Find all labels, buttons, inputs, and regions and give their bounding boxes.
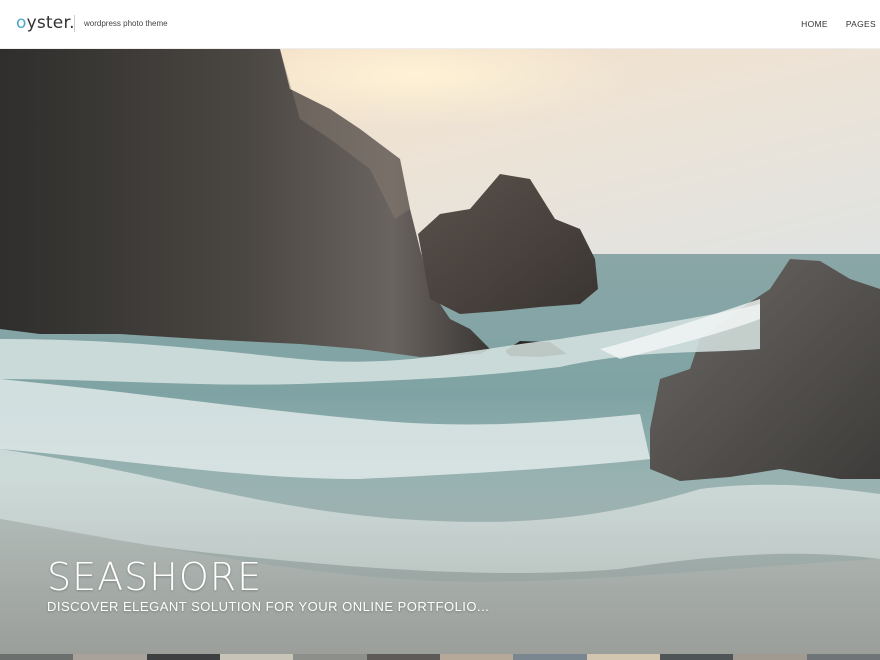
thumbnail[interactable] [586, 654, 660, 660]
thumbnail[interactable] [146, 654, 220, 660]
nav-item-pages[interactable]: PAGES [846, 19, 876, 29]
hero-subtitle: DISCOVER ELEGANT SOLUTION FOR YOUR ONLIN… [47, 599, 490, 614]
site-header: oyster. wordpress photo theme HOME PAGES [0, 0, 880, 49]
main-nav: HOME PAGES [801, 19, 876, 29]
thumbnail[interactable] [659, 654, 734, 660]
hero-caption: SEASHORE DISCOVER ELEGANT SOLUTION FOR Y… [47, 557, 489, 614]
hero-title: SEASHORE [47, 555, 263, 599]
logo-divider [74, 15, 75, 32]
site-tagline: wordpress photo theme [84, 19, 168, 28]
logo-accent-letter: o [16, 13, 27, 33]
thumbnail[interactable] [806, 654, 880, 660]
thumbnail[interactable] [513, 654, 587, 660]
nav-item-home[interactable]: HOME [801, 19, 828, 29]
thumbnail[interactable] [219, 654, 294, 660]
thumbnail[interactable] [733, 654, 807, 660]
thumbnail[interactable] [439, 654, 514, 660]
thumbnail-strip [0, 654, 880, 660]
thumbnail[interactable] [73, 654, 147, 660]
thumbnail[interactable] [293, 654, 367, 660]
logo-text: yster. [26, 13, 75, 33]
site-logo[interactable]: oyster. [16, 13, 75, 33]
thumbnail[interactable] [366, 654, 440, 660]
hero-slider[interactable]: SEASHORE DISCOVER ELEGANT SOLUTION FOR Y… [0, 49, 880, 654]
thumbnail[interactable] [0, 654, 74, 660]
